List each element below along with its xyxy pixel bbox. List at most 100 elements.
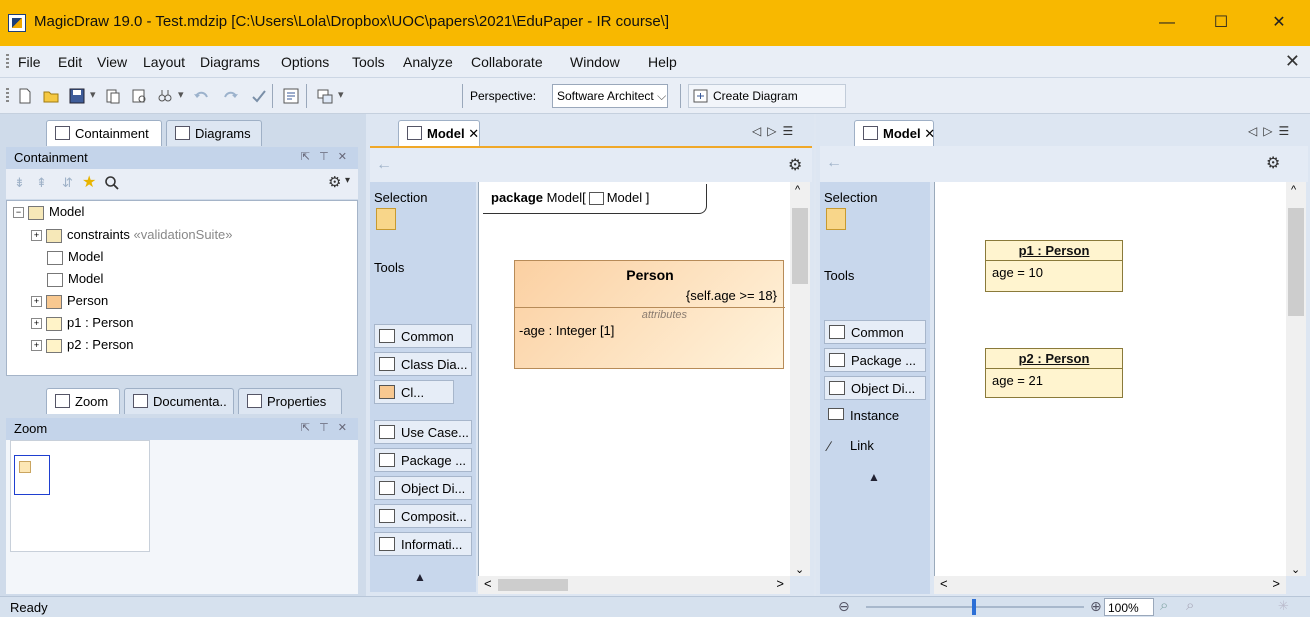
properties-icon[interactable]: [282, 87, 300, 105]
tree-row[interactable]: + constraints «validationSuite»: [31, 227, 233, 247]
expand-icon[interactable]: +: [31, 340, 42, 352]
menu-file[interactable]: File: [18, 54, 41, 70]
scroll-up-icon[interactable]: ^: [795, 184, 800, 196]
tab-properties[interactable]: Properties: [238, 388, 342, 414]
zoom-slider-thumb[interactable]: [972, 599, 976, 615]
back-icon[interactable]: ←: [826, 154, 842, 172]
right-canvas[interactable]: p1 : Person age = 10 p2 : Person age = 2…: [934, 182, 1286, 576]
center-horizontal-scrollbar[interactable]: < >: [478, 576, 790, 594]
scroll-left-icon[interactable]: <: [484, 576, 492, 591]
new-file-icon[interactable]: [16, 87, 34, 105]
palette-common-button[interactable]: Common: [824, 320, 926, 344]
close-button[interactable]: ✕: [1258, 8, 1300, 38]
right-vertical-scrollbar[interactable]: ^ ⌄: [1286, 182, 1306, 576]
palette-common-button[interactable]: Common: [374, 324, 472, 348]
menu-window[interactable]: Window: [570, 54, 620, 70]
perspective-select[interactable]: Software Architect ⌵: [552, 84, 668, 108]
undo-icon[interactable]: [192, 87, 210, 105]
menu-view[interactable]: View: [97, 54, 127, 70]
scroll-right-icon[interactable]: >: [776, 576, 784, 591]
package-frame-header[interactable]: package Model[Model ]: [483, 184, 707, 214]
open-folder-icon[interactable]: [42, 87, 60, 105]
scroll-right-icon[interactable]: >: [1272, 576, 1280, 591]
scroll-thumb[interactable]: [1288, 208, 1304, 316]
gear-icon[interactable]: ⚙: [1266, 153, 1280, 173]
gear-dropdown-icon[interactable]: ▾: [345, 175, 350, 186]
pointer-tool-icon[interactable]: [376, 208, 396, 230]
collapse-all-icon[interactable]: ⇟: [14, 175, 25, 191]
tree-row[interactable]: + Person: [31, 293, 108, 313]
tab-diagrams[interactable]: Diagrams: [166, 120, 262, 146]
layout-dropdown-icon[interactable]: ▾: [338, 88, 344, 101]
expand-icon[interactable]: +: [31, 230, 42, 242]
tree-row[interactable]: − Model: [13, 204, 84, 224]
expand-icon[interactable]: +: [31, 318, 42, 330]
palette-object-diagram-button[interactable]: Object Di...: [374, 476, 472, 500]
scroll-down-icon[interactable]: ⌄: [795, 563, 804, 576]
close-tab-icon[interactable]: ✕: [468, 126, 479, 141]
gear-icon[interactable]: ⚙: [328, 173, 341, 191]
favorite-star-icon[interactable]: ★: [82, 172, 96, 192]
scroll-up-icon[interactable]: ^: [1291, 184, 1296, 196]
minimize-button[interactable]: —: [1146, 8, 1188, 38]
scroll-left-icon[interactable]: <: [940, 576, 948, 591]
scroll-thumb[interactable]: [792, 208, 808, 284]
redo-icon[interactable]: [222, 87, 240, 105]
panel-controls-icon[interactable]: ⇱ ⊤ ✕: [301, 421, 350, 434]
sort-icon[interactable]: ⇵: [62, 175, 73, 191]
tab-zoom[interactable]: Zoom: [46, 388, 120, 414]
scroll-down-icon[interactable]: ⌄: [1291, 563, 1300, 576]
palette-class-button[interactable]: Cl...: [374, 380, 454, 404]
zoom-out-icon[interactable]: ⊖: [838, 598, 850, 615]
palette-information-button[interactable]: Informati...: [374, 532, 472, 556]
scroll-thumb[interactable]: [498, 579, 568, 591]
back-icon[interactable]: ←: [376, 156, 392, 174]
tab-model-center[interactable]: Model ✕: [398, 120, 480, 146]
right-horizontal-scrollbar[interactable]: < >: [934, 576, 1286, 594]
tab-documentation[interactable]: Documenta..: [124, 388, 234, 414]
palette-class-diagram-button[interactable]: Class Dia...: [374, 352, 472, 376]
zoom-selection-icon[interactable]: ⌕: [1186, 597, 1194, 614]
zoom-fit-icon[interactable]: ⌕: [1160, 597, 1168, 614]
p1-object[interactable]: p1 : Person age = 10: [985, 240, 1123, 292]
new-diagram-icon[interactable]: [104, 87, 122, 105]
close-tab-icon[interactable]: ✕: [924, 126, 935, 141]
expand-all-icon[interactable]: ⇞: [36, 175, 47, 191]
zoom-in-icon[interactable]: ⊕: [1090, 598, 1102, 615]
maximize-button[interactable]: ☐: [1200, 8, 1242, 38]
save-icon[interactable]: [68, 87, 86, 105]
menu-diagrams[interactable]: Diagrams: [200, 54, 260, 70]
find-icon[interactable]: [156, 87, 174, 105]
find-dropdown-icon[interactable]: ▾: [178, 88, 184, 101]
search-icon[interactable]: [104, 175, 120, 191]
center-vertical-scrollbar[interactable]: ^ ⌄: [790, 182, 810, 576]
menu-collaborate[interactable]: Collaborate: [471, 54, 543, 70]
palette-object-diagram-button[interactable]: Object Di...: [824, 376, 926, 400]
palette-instance-button[interactable]: Instance: [824, 408, 899, 423]
menu-analyze[interactable]: Analyze: [403, 54, 453, 70]
tab-scroll-icon[interactable]: ◁▷☰: [1248, 124, 1295, 138]
tree-row[interactable]: Model: [47, 271, 103, 291]
tree-row[interactable]: + p1 : Person: [31, 315, 134, 335]
create-diagram-button[interactable]: Create Diagram: [688, 84, 846, 108]
tree-row[interactable]: + p2 : Person: [31, 337, 134, 357]
menu-edit[interactable]: Edit: [58, 54, 82, 70]
menu-layout[interactable]: Layout: [143, 54, 185, 70]
palette-use-case-button[interactable]: Use Case...: [374, 420, 472, 444]
palette-composite-button[interactable]: Composit...: [374, 504, 472, 528]
gear-icon[interactable]: ⚙: [788, 155, 802, 175]
tree-row[interactable]: Model: [47, 249, 103, 269]
palette-package-button[interactable]: Package ...: [824, 348, 926, 372]
pointer-tool-icon[interactable]: [826, 208, 846, 230]
validate-icon[interactable]: [250, 87, 268, 105]
close-project-icon[interactable]: ✕: [1285, 51, 1300, 72]
center-canvas[interactable]: package Model[Model ] Person {self.age >…: [478, 182, 790, 576]
tab-model-right[interactable]: Model ✕: [854, 120, 935, 146]
palette-scroll-up-icon[interactable]: ▲: [414, 570, 426, 584]
collapse-icon[interactable]: −: [13, 207, 24, 219]
menu-tools[interactable]: Tools: [352, 54, 385, 70]
zoom-level-select[interactable]: 100% ⌵: [1104, 598, 1154, 617]
p2-object[interactable]: p2 : Person age = 21: [985, 348, 1123, 398]
tab-containment[interactable]: Containment: [46, 120, 162, 146]
print-preview-icon[interactable]: [130, 87, 148, 105]
